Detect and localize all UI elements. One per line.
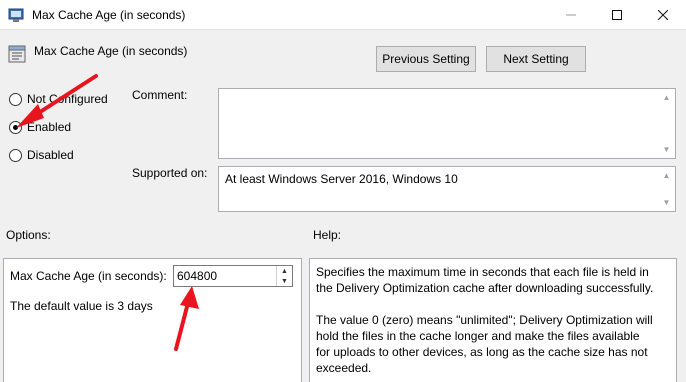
- comment-label: Comment:: [132, 88, 188, 102]
- help-paragraph: The value 0 (zero) means "unlimited"; De…: [316, 313, 653, 375]
- spin-down-icon[interactable]: ▼: [277, 276, 292, 286]
- next-setting-button[interactable]: Next Setting: [486, 46, 586, 72]
- comment-textarea[interactable]: ▲ ▼: [218, 88, 676, 159]
- max-cache-age-label: Max Cache Age (in seconds):: [10, 269, 167, 283]
- scroll-down-icon[interactable]: ▼: [658, 194, 675, 211]
- max-cache-age-spinbox[interactable]: 604800 ▲ ▼: [173, 265, 293, 287]
- minimize-icon: [566, 14, 576, 16]
- radio-circle[interactable]: [9, 148, 22, 162]
- help-paragraph: Specifies the maximum time in seconds th…: [316, 265, 654, 295]
- radio-disabled-label: Disabled: [27, 148, 74, 162]
- help-label: Help:: [313, 228, 342, 242]
- radio-circle-selected[interactable]: [9, 120, 22, 134]
- scroll-up-icon[interactable]: ▲: [658, 89, 675, 106]
- window-title: Max Cache Age (in seconds): [32, 8, 186, 22]
- spin-up-icon[interactable]: ▲: [277, 266, 292, 276]
- radio-enabled-label: Enabled: [27, 120, 72, 134]
- title-bar: Max Cache Age (in seconds): [0, 0, 686, 30]
- radio-enabled[interactable]: Enabled: [9, 119, 159, 135]
- radio-circle[interactable]: [9, 92, 22, 106]
- max-cache-age-value[interactable]: 604800: [177, 269, 217, 283]
- close-button[interactable]: [640, 0, 686, 30]
- default-value-note: The default value is 3 days: [10, 299, 153, 313]
- options-label: Options:: [6, 228, 51, 242]
- spin-buttons[interactable]: ▲ ▼: [276, 266, 292, 286]
- comment-scrollbar[interactable]: ▲ ▼: [658, 89, 675, 158]
- scroll-up-icon[interactable]: ▲: [658, 167, 675, 184]
- minimize-button[interactable]: [548, 0, 594, 30]
- maximize-button[interactable]: [594, 0, 640, 30]
- radio-not-configured-label: Not Configured: [27, 92, 108, 106]
- supported-on-value: At least Windows Server 2016, Windows 10: [225, 172, 458, 186]
- setting-icon: [8, 45, 26, 63]
- previous-setting-button[interactable]: Previous Setting: [376, 46, 476, 72]
- supported-scrollbar[interactable]: ▲ ▼: [658, 167, 675, 211]
- radio-disabled[interactable]: Disabled: [9, 147, 159, 163]
- close-icon: [658, 10, 668, 20]
- supported-on-label: Supported on:: [132, 166, 208, 180]
- help-text: Specifies the maximum time in seconds th…: [316, 264, 656, 382]
- scroll-down-icon[interactable]: ▼: [658, 141, 675, 158]
- supported-on-box: At least Windows Server 2016, Windows 10…: [218, 166, 676, 212]
- policy-app-icon: [8, 8, 24, 22]
- setting-title: Max Cache Age (in seconds): [34, 44, 188, 58]
- maximize-icon: [612, 10, 622, 20]
